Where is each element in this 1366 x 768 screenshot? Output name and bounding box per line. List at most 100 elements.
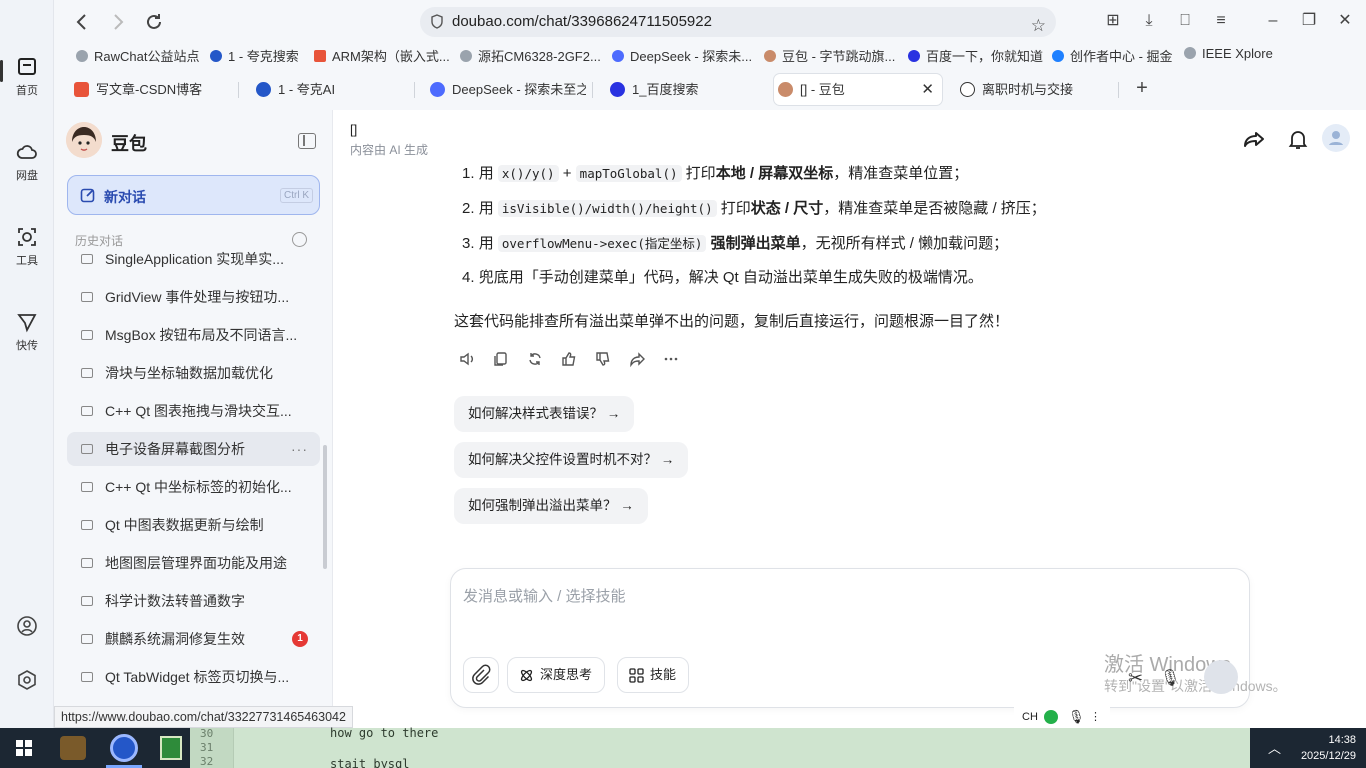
copy-icon[interactable] [492,350,510,368]
extensions-icon[interactable]: ⊞ [1102,10,1124,32]
unread-badge: 1 [292,631,308,647]
skills-button[interactable]: 技能 [617,657,690,693]
tab-chat[interactable]: 离职时机与交接 [956,74,1116,105]
tab-baidu[interactable]: 1_百度搜索 [606,74,766,105]
microphone-icon[interactable]: 🎙 [1160,668,1180,688]
reload-button[interactable] [142,10,166,34]
history-item[interactable]: MsgBox 按钮布局及不同语言... [67,318,320,352]
suggestion-chip[interactable]: 如何强制弹出溢出菜单？ → [454,488,648,524]
taskbar-app-icon[interactable] [60,736,86,760]
windows-start-icon[interactable] [16,740,32,756]
back-button[interactable] [70,10,94,34]
bookmark-item[interactable]: 豆包 - 字节跳动旗... [764,46,895,65]
taskbar [0,728,190,768]
rail-item-tools[interactable]: 工具 [0,226,54,268]
new-chat-button[interactable]: 新对话 Ctrl K [67,175,320,215]
thumbs-up-icon[interactable] [560,350,578,368]
tab-separator [592,82,593,98]
bookmark-item[interactable]: 源拓CM6328-2GF2... [460,46,601,65]
bookmark-item[interactable]: IEEE Xplore [1184,46,1273,61]
history-item[interactable]: GridView 事件处理与按钮功... [67,280,320,314]
bookmark-item[interactable]: RawChat公益站点 [76,46,199,65]
user-avatar[interactable] [1322,124,1350,152]
chat-bubble-icon [81,596,93,606]
history-item[interactable]: 地图图层管理界面功能及用途 [67,546,320,580]
tab-doubao[interactable]: [] - 豆包 ✕ [774,74,942,105]
send-button[interactable] [1204,660,1238,694]
rail-item-cloud[interactable]: 网盘 [0,141,54,183]
baidu-icon [908,50,920,62]
share-icon[interactable] [628,350,646,368]
cloud-icon [16,145,37,159]
doubao-avatar [66,122,102,158]
history-item[interactable]: C++ Qt 图表拖拽与滑块交互... [67,394,320,428]
bookmark-star-icon[interactable]: ☆ [1031,11,1046,41]
forward-button[interactable] [106,10,130,34]
history-item-active[interactable]: 电子设备屏幕截图分析 ··· [67,432,320,466]
line-number: 31 [200,741,214,754]
close-tab-icon[interactable]: ✕ [921,74,934,105]
suggestion-chip[interactable]: 如何解决父控件设置时机不对？ → [454,442,689,478]
rail-item-label: 工具 [16,255,38,267]
chevron-up-icon[interactable]: ︿ [1268,738,1281,757]
menu-icon[interactable]: ≡ [1210,10,1232,32]
send-icon [17,314,37,333]
scissors-icon[interactable]: ✂ [1128,668,1143,689]
user-silhouette-icon [1329,131,1343,145]
collapse-sidebar-icon[interactable] [298,133,316,149]
history-item[interactable]: C++ Qt 中坐标标签的初始化... [67,470,320,504]
history-item[interactable]: Qt 中图表数据更新与绘制 [67,508,320,542]
bookmark-item[interactable]: 1 - 夸克搜索 [210,46,299,65]
settings-hex-icon[interactable] [16,669,38,691]
site-info-icon [431,14,443,29]
more-options-icon[interactable]: ··· [291,432,308,466]
rail-item-home[interactable]: 首页 [0,56,54,98]
share-conversation-icon[interactable] [1242,128,1266,152]
code-line: how go to there [330,726,439,740]
bookmarks-icon[interactable]: ⎕ [1174,10,1196,32]
speaker-icon[interactable] [458,350,476,368]
line-number: 32 [200,755,214,768]
notification-bell-icon[interactable] [1288,128,1308,150]
deep-think-button[interactable]: 深度思考 [507,657,606,693]
thumbs-down-icon[interactable] [594,350,612,368]
close-window-icon[interactable]: ✕ [1334,10,1356,32]
rail-item-send[interactable]: 快传 [0,311,54,353]
chat-bubble-icon [81,292,93,302]
screen: 首页 网盘 工具 快传 doubao.com/chat/339686247115… [0,0,1366,768]
chat-main: [] 内容由 AI 生成 1. 用 x()/y() + mapToGlobal(… [334,110,1366,728]
history-item[interactable]: 滑块与坐标轴数据加载优化 [67,356,320,390]
regenerate-icon[interactable] [526,350,544,368]
new-tab-button[interactable]: + [1130,76,1154,100]
clock-date: 2025/12/29 [1300,750,1356,762]
bookmark-item[interactable]: 创作者中心 - 掘金 [1052,46,1173,65]
user-circle-icon[interactable] [16,615,38,637]
url-field[interactable]: doubao.com/chat/33968624711505922 ☆ [420,7,1056,37]
edit-icon [80,188,95,203]
bookmark-item[interactable]: ARM架构（嵌入式... [314,46,450,65]
bookmark-item[interactable]: 百度一下，你就知道 [908,46,1043,65]
history-item[interactable]: Qt TabWidget 标签页切换与... [67,660,320,694]
history-item[interactable]: SingleApplication 实现单实... [67,242,320,276]
tab-csdn[interactable]: 写文章-CSDN博客 [70,74,238,105]
tab-quark[interactable]: 1 - 夸克AI [252,74,412,105]
history-item[interactable]: 科学计数法转普通数字 [67,584,320,618]
clock[interactable]: 14:38 2025/12/29 [1301,732,1356,764]
ime-toolbar[interactable]: CH 🎙 ⋮ [1014,706,1110,728]
tab-deepseek[interactable]: DeepSeek - 探索未至之 [426,74,586,105]
answer-summary: 这套代码能排查所有溢出菜单弹不出的问题，复制后直接运行，问题根源一目了然！ [454,313,1010,330]
attach-button[interactable] [463,657,499,693]
chat-bubble-icon [81,330,93,340]
taskbar-browser-icon[interactable] [110,734,138,762]
minimize-icon[interactable]: – [1262,10,1284,32]
download-icon[interactable]: ⤓ [1138,10,1160,32]
maximize-icon[interactable]: ❐ [1298,10,1320,32]
suggestion-chip[interactable]: 如何解决样式表错误？ → [454,396,635,432]
more-icon[interactable] [662,350,680,368]
taskbar-editor-icon[interactable] [160,736,182,760]
sidebar-scrollbar[interactable] [323,445,327,569]
tab-strip: 写文章-CSDN博客 1 - 夸克AI DeepSeek - 探索未至之 1_百… [54,72,1366,108]
bookmark-item[interactable]: DeepSeek - 探索未... [612,46,752,65]
history-item[interactable]: 麒麟系统漏洞修复生效 1 [67,622,320,656]
csdn-icon [314,50,326,62]
